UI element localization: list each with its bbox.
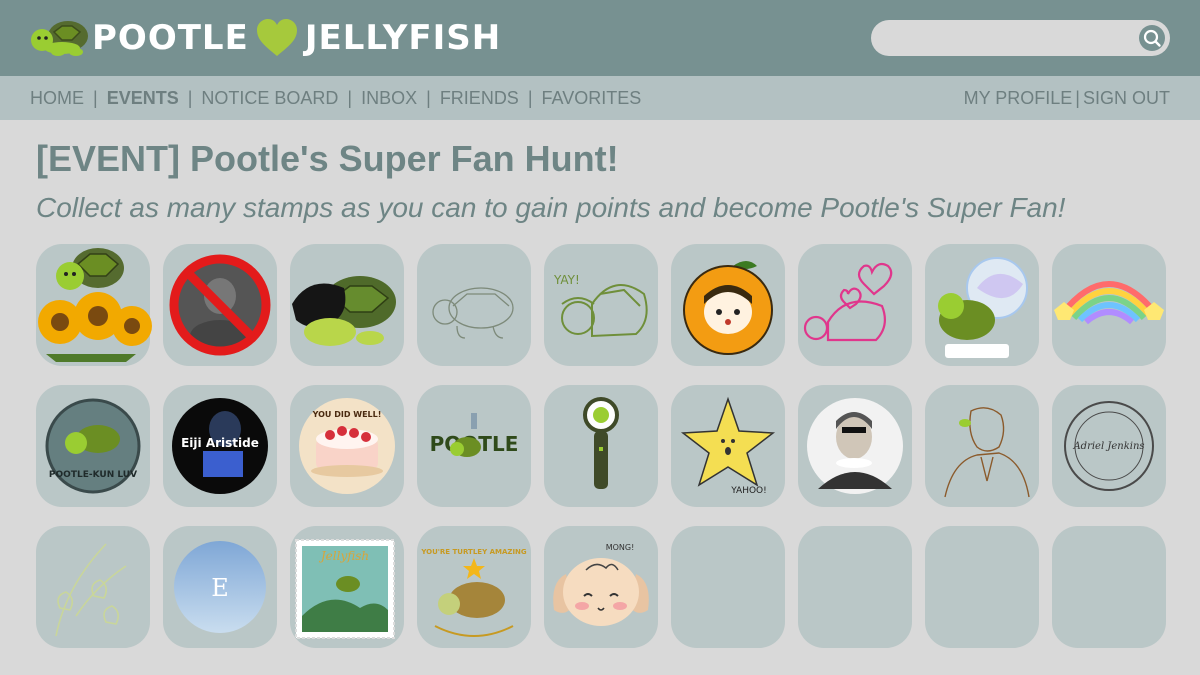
brand-name-right: JELLYFISH [304, 18, 502, 58]
turtle-sketch-stamp [432, 287, 514, 339]
page-title: [EVENT] Pootle's Super Fan Hunt! [36, 138, 619, 179]
header: POOTLE JELLYFISH [0, 0, 1200, 76]
stamp-slot[interactable] [417, 244, 531, 366]
brand-name-left: POOTLE [92, 18, 249, 58]
turtley-amazing-text: YOU'RE TURTLEY AMAZING [420, 548, 527, 556]
nav-separator: | [1075, 87, 1080, 108]
stamp-slot[interactable]: MONG! [544, 526, 658, 648]
stamp-slot[interactable]: YOU'RE TURTLEY AMAZING [417, 526, 531, 648]
empty-stamp-slot[interactable] [671, 526, 785, 648]
star-yahoo-stamp: YAHOO! [680, 396, 776, 496]
stamp-slot[interactable]: Jellyfish [290, 526, 404, 648]
nav-item-notice-board[interactable]: NOTICE BOARD [201, 88, 338, 109]
heart-icon [256, 19, 297, 56]
nav-item-inbox[interactable]: INBOX [361, 88, 417, 109]
nav-separator: | [187, 87, 193, 108]
yay-turtle-stamp: YAY! [553, 273, 648, 338]
no-sign-stamp [169, 254, 271, 356]
stamp-slot[interactable] [671, 244, 785, 366]
nav-separator: | [93, 87, 98, 108]
yahoo-text: YAHOO! [730, 486, 767, 496]
pootle-kun-luv-text: POOTLE-KUN LUV [49, 470, 137, 480]
lily-flowers-stamp [55, 543, 127, 637]
puppy-mong-stamp: MONG! [553, 543, 649, 626]
page-subtitle: Collect as many stamps as you can to gai… [36, 192, 1066, 223]
stamp-slot[interactable] [290, 244, 404, 366]
stamp-slot[interactable]: POOTLE-KUN LUV [36, 385, 150, 507]
blue-e-stamp: E [174, 541, 266, 633]
nav-item-my-profile[interactable]: MY PROFILE [964, 88, 1073, 109]
nav-main: HOME | EVENTS | NOTICE BOARD | INBOX | F… [30, 76, 641, 120]
turtle-sunflowers-stamp [38, 248, 152, 362]
blue-e-text: E [211, 574, 229, 602]
eiji-aristide-text: Eiji Aristide [181, 436, 259, 450]
stamp-slot[interactable] [798, 244, 912, 366]
stamp-slot[interactable] [798, 385, 912, 507]
search-icon[interactable] [1138, 24, 1166, 52]
stamp-slot[interactable]: YOU DID WELL! [290, 385, 404, 507]
lightstick-stamp [583, 397, 619, 489]
jellyfish-postage-text: Jellyfish [318, 549, 369, 563]
stamp-slot[interactable]: POOTLE [417, 385, 531, 507]
nav-item-events[interactable]: EVENTS [107, 88, 179, 109]
empty-stamp-slot[interactable] [798, 526, 912, 648]
eiji-aristide-stamp: Eiji Aristide [172, 398, 268, 494]
cake-text: YOU DID WELL! [312, 410, 382, 419]
stamp-slot[interactable]: YAY! [544, 244, 658, 366]
mong-text: MONG! [606, 543, 635, 552]
empty-stamp-slot[interactable] [1052, 526, 1166, 648]
stamp-slot[interactable]: YAHOO! [671, 385, 785, 507]
orange-girl-stamp [683, 261, 773, 355]
turtle-icon [31, 21, 88, 56]
stamp-slot[interactable]: Adriel Jenkins [1052, 385, 1166, 507]
turtley-amazing-stamp: YOU'RE TURTLEY AMAZING [420, 548, 527, 637]
empty-stamp-slot[interactable] [925, 526, 1039, 648]
nav-separator: | [426, 87, 431, 108]
nav-item-friends[interactable]: FRIENDS [440, 88, 519, 109]
pootle-logo-stamp: POOTLE [430, 413, 518, 457]
nav-separator: | [527, 87, 533, 108]
sketch-man-stamp [944, 407, 1030, 498]
stamp-slot[interactable] [925, 385, 1039, 507]
nav-account: MY PROFILE | SIGN OUT [964, 76, 1170, 120]
cake-stamp: YOU DID WELL! [299, 398, 395, 494]
turtle-black-hair-stamp [292, 276, 396, 346]
stamp-slot[interactable] [1052, 244, 1166, 366]
stamp-slot[interactable] [163, 244, 277, 366]
search-input[interactable] [871, 20, 1170, 56]
adriel-jenkins-stamp: Adriel Jenkins [1064, 401, 1154, 491]
nav-item-home[interactable]: HOME [30, 88, 84, 109]
stamp-slot[interactable]: E [163, 526, 277, 648]
stamp-slot[interactable] [36, 526, 150, 648]
adriel-jenkins-text: Adriel Jenkins [1072, 441, 1144, 452]
yay-text: YAY! [553, 273, 580, 287]
nav-bar: HOME | EVENTS | NOTICE BOARD | INBOX | F… [0, 76, 1200, 120]
rainbow-stamp [1054, 281, 1164, 325]
nav-separator: | [347, 87, 353, 108]
stamp-slot[interactable] [925, 244, 1039, 366]
brand-logo[interactable]: POOTLE JELLYFISH [28, 10, 501, 66]
shakespeare-stamp [807, 398, 903, 494]
nav-item-sign-out[interactable]: SIGN OUT [1083, 88, 1170, 109]
jellyfish-postage-stamp: Jellyfish [295, 539, 395, 639]
stamp-slot[interactable]: Eiji Aristide [163, 385, 277, 507]
stamp-slot[interactable] [544, 385, 658, 507]
turtle-gem-stamp [938, 257, 1028, 358]
pink-turtle-hearts-stamp [803, 262, 893, 342]
stamp-slot[interactable] [36, 244, 152, 366]
nav-item-favorites[interactable]: FAVORITES [542, 88, 642, 109]
pootle-kun-luv-stamp: POOTLE-KUN LUV [45, 398, 141, 494]
